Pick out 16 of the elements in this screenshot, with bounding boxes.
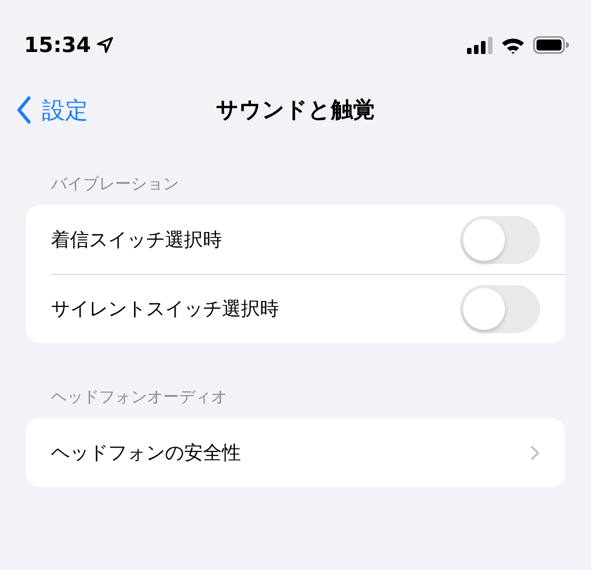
wifi-icon	[501, 36, 525, 54]
status-time: 15:34	[24, 33, 91, 57]
toggle-switch[interactable]	[460, 284, 540, 332]
chevron-left-icon	[16, 96, 32, 124]
row-label: サイレントスイッチ選択時	[51, 296, 279, 322]
battery-icon	[533, 36, 569, 54]
section-header: ヘッドフォンオーディオ	[51, 387, 227, 406]
signal-icon	[467, 36, 493, 54]
page-title: サウンドと触覚	[216, 97, 375, 125]
chevron-icon	[530, 444, 540, 460]
location-arrow-icon	[96, 37, 113, 53]
back-button[interactable]: 設定	[12, 84, 92, 136]
toggle-switch[interactable]	[460, 216, 540, 264]
section-header: バイブレーション	[51, 174, 179, 193]
row-label: 着信スイッチ選択時	[51, 228, 222, 252]
row-label: ヘッドフォンの安全性	[51, 440, 241, 466]
